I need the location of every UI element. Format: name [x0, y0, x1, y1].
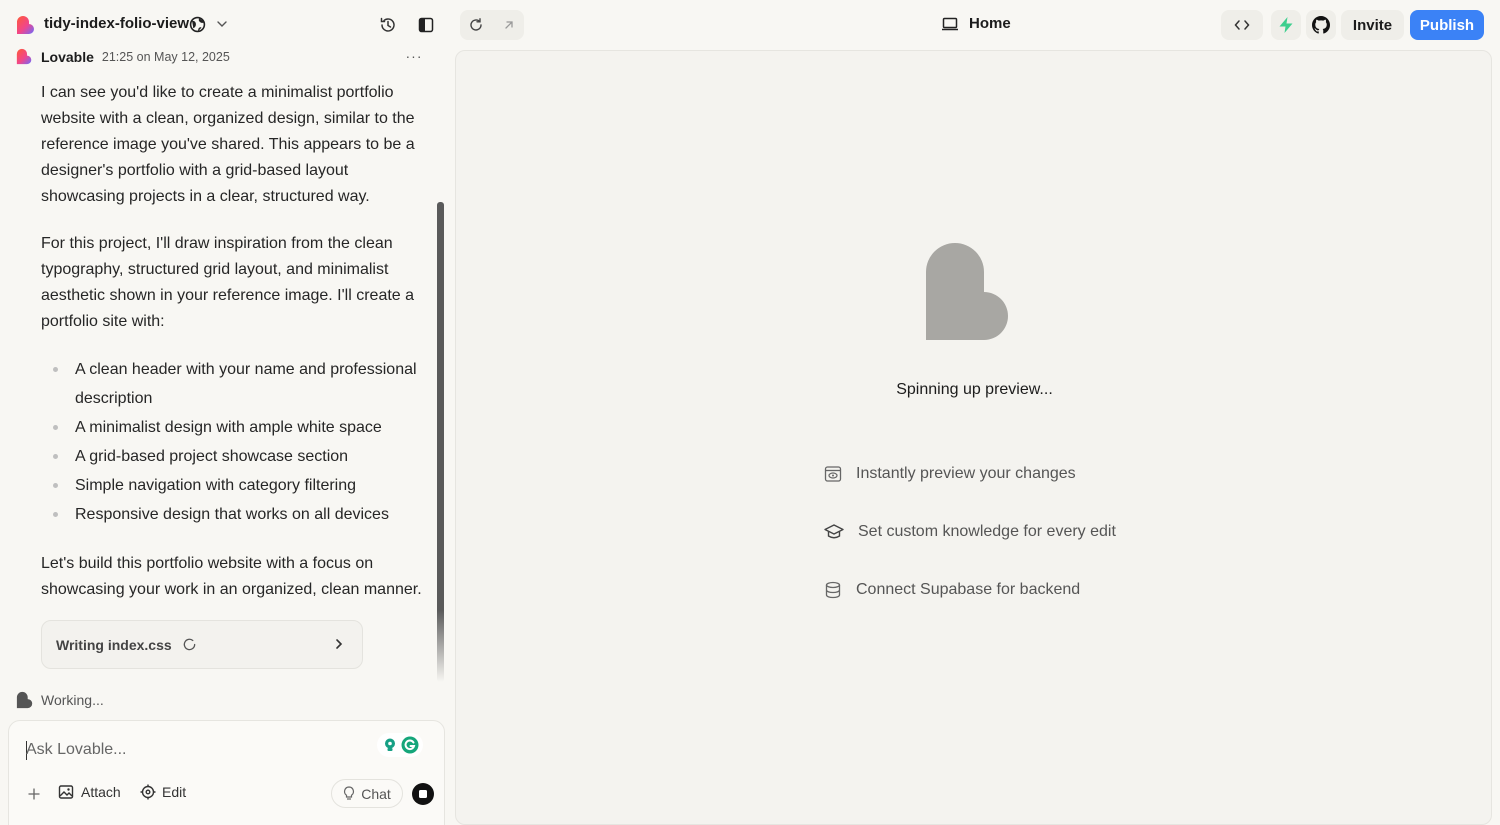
extension-icons[interactable]	[377, 733, 423, 757]
lightbulb-icon	[343, 786, 355, 801]
page-selector[interactable]: Home	[941, 15, 1011, 32]
message-timestamp: 21:25 on May 12, 2025	[101, 49, 230, 64]
top-bar: tidy-index-folio-view Home Invite Publis…	[0, 0, 1500, 50]
lovable-avatar-icon	[16, 48, 33, 65]
list-item: A clean header with your name and profes…	[41, 355, 436, 413]
message-sender: Lovable	[41, 48, 94, 65]
file-activity-card[interactable]: Writing index.css	[41, 620, 363, 669]
attach-label: Attach	[81, 784, 121, 800]
github-icon	[1312, 16, 1330, 34]
image-icon	[58, 784, 74, 800]
preview-status: Spinning up preview...	[896, 381, 1053, 398]
lovable-working-icon	[16, 691, 34, 709]
code-view-button[interactable]	[1221, 10, 1263, 40]
list-item: A minimalist design with ample white spa…	[41, 413, 436, 442]
preview-eye-icon	[824, 465, 842, 483]
chevron-down-icon[interactable]	[215, 17, 229, 31]
attach-button[interactable]: Attach	[58, 784, 121, 800]
globe-icon[interactable]	[189, 16, 206, 33]
chat-mode-label: Chat	[361, 785, 391, 802]
working-label: Working...	[41, 692, 104, 708]
page-label: Home	[969, 15, 1011, 32]
github-button[interactable]	[1306, 10, 1336, 40]
database-icon	[824, 581, 842, 599]
grammarly-icon	[401, 736, 419, 754]
ask-input[interactable]	[26, 739, 366, 761]
stop-button[interactable]	[412, 783, 434, 805]
edit-button[interactable]: Edit	[140, 784, 186, 800]
target-icon	[140, 784, 156, 800]
edit-label: Edit	[162, 784, 187, 800]
refresh-icon[interactable]	[463, 12, 489, 38]
monitor-icon	[941, 16, 959, 32]
lovable-placeholder-logo-icon	[924, 242, 1022, 342]
graduation-cap-icon	[824, 523, 844, 541]
list-item: A grid-based project showcase section	[41, 442, 436, 471]
chat-input-box: Attach Edit Chat	[8, 720, 445, 825]
message-paragraph: Let's build this portfolio website with …	[41, 555, 422, 598]
feature-item: Connect Supabase for backend	[824, 581, 1080, 599]
working-status: Working...	[16, 691, 104, 709]
chat-scrollbar[interactable]	[437, 202, 444, 682]
bulb-extension-icon	[382, 737, 398, 753]
history-icon[interactable]	[375, 12, 401, 38]
loading-spinner-icon	[182, 637, 197, 652]
more-options-icon[interactable]: ···	[404, 46, 424, 66]
message-paragraph: I can see you'd like to create a minimal…	[41, 84, 415, 205]
supabase-button[interactable]	[1271, 10, 1301, 40]
message-header: Lovable 21:25 on May 12, 2025	[16, 48, 230, 65]
chat-panel: Lovable 21:25 on May 12, 2025 ··· I can …	[0, 44, 450, 825]
project-name[interactable]: tidy-index-folio-view	[44, 15, 189, 32]
chevron-right-icon	[332, 637, 346, 651]
chat-mode-button[interactable]: Chat	[331, 779, 403, 808]
list-item: Responsive design that works on all devi…	[41, 500, 436, 529]
feature-label: Connect Supabase for backend	[856, 581, 1081, 598]
external-link-icon[interactable]	[496, 12, 522, 38]
code-icon	[1234, 19, 1250, 31]
plus-icon[interactable]	[24, 784, 44, 804]
sidebar-toggle-icon[interactable]	[413, 12, 439, 38]
bolt-icon	[1277, 16, 1295, 34]
message-paragraph: For this project, I'll draw inspiration …	[41, 235, 415, 330]
feature-label: Set custom knowledge for every edit	[858, 523, 1116, 540]
lovable-logo-icon[interactable]	[16, 15, 36, 35]
feature-label: Instantly preview your changes	[856, 465, 1076, 482]
stop-icon	[419, 790, 427, 798]
file-activity-label: Writing index.css	[56, 637, 172, 653]
message-bullet-list: A clean header with your name and profes…	[41, 355, 436, 529]
list-item: Simple navigation with category filterin…	[41, 471, 436, 500]
preview-panel: Spinning up preview... Instantly preview…	[455, 50, 1492, 825]
publish-button[interactable]: Publish	[1410, 10, 1484, 40]
feature-item: Set custom knowledge for every edit	[824, 523, 1116, 541]
feature-item: Instantly preview your changes	[824, 465, 1076, 483]
invite-button[interactable]: Invite	[1341, 10, 1404, 40]
